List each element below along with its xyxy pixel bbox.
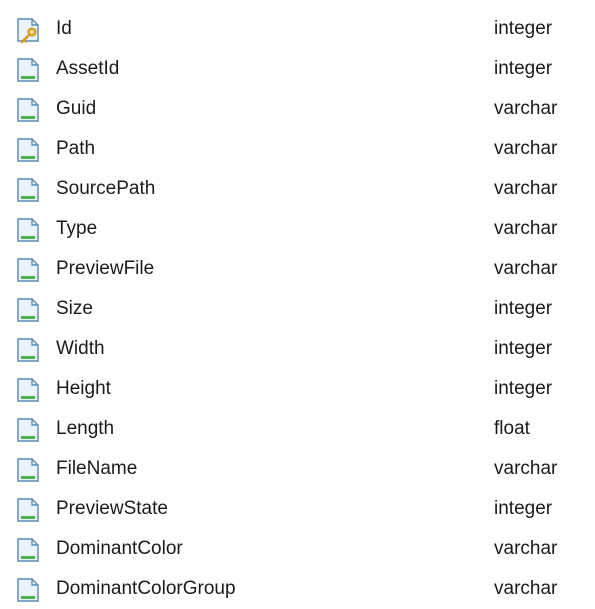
column-type: varchar: [494, 138, 558, 159]
column-icon: [14, 96, 42, 124]
column-name: FileName: [56, 458, 138, 479]
column-list: Id integer AssetId integer Guid varchar: [0, 0, 595, 607]
column-type: varchar: [494, 218, 558, 239]
column-type: integer: [494, 298, 553, 319]
column-name: Type: [56, 218, 98, 239]
column-name: DominantColorGroup: [56, 578, 236, 599]
column-name: Id: [56, 18, 72, 39]
column-icon: [14, 256, 42, 284]
column-name: Guid: [56, 98, 97, 119]
column-type: varchar: [494, 538, 558, 559]
column-name: Path: [56, 138, 96, 159]
column-row-height[interactable]: Height integer: [0, 369, 595, 409]
column-type: varchar: [494, 258, 558, 279]
column-type: integer: [494, 18, 553, 39]
column-row-sourcepath[interactable]: SourcePath varchar: [0, 169, 595, 209]
column-icon: [14, 216, 42, 244]
column-row-guid[interactable]: Guid varchar: [0, 89, 595, 129]
column-row-filename[interactable]: FileName varchar: [0, 449, 595, 489]
column-name: Width: [56, 338, 105, 359]
column-icon: [14, 176, 42, 204]
column-icon: [14, 576, 42, 604]
column-row-size[interactable]: Size integer: [0, 289, 595, 329]
column-row-previewstate[interactable]: PreviewState integer: [0, 489, 595, 529]
column-row-path[interactable]: Path varchar: [0, 129, 595, 169]
column-type: integer: [494, 378, 553, 399]
column-row-assetid[interactable]: AssetId integer: [0, 49, 595, 89]
column-type: integer: [494, 58, 553, 79]
column-icon: [14, 296, 42, 324]
column-type: float: [494, 418, 530, 439]
column-icon: [14, 336, 42, 364]
column-name: DominantColor: [56, 538, 183, 559]
column-icon: [14, 376, 42, 404]
column-type: integer: [494, 338, 553, 359]
column-row-type[interactable]: Type varchar: [0, 209, 595, 249]
column-name: SourcePath: [56, 178, 156, 199]
column-icon: [14, 536, 42, 564]
column-name: PreviewFile: [56, 258, 155, 279]
column-name: Length: [56, 418, 115, 439]
column-name: Size: [56, 298, 93, 319]
column-row-id[interactable]: Id integer: [0, 9, 595, 49]
column-row-width[interactable]: Width integer: [0, 329, 595, 369]
column-type: varchar: [494, 98, 558, 119]
column-icon: [14, 56, 42, 84]
column-name: PreviewState: [56, 498, 168, 519]
column-type: varchar: [494, 578, 558, 599]
column-icon: [14, 496, 42, 524]
column-row-previewfile[interactable]: PreviewFile varchar: [0, 249, 595, 289]
column-type: integer: [494, 498, 553, 519]
column-icon: [14, 136, 42, 164]
column-row-dominantcolorgroup[interactable]: DominantColorGroup varchar: [0, 569, 595, 609]
column-icon: [14, 416, 42, 444]
column-type: varchar: [494, 178, 558, 199]
column-icon: [14, 456, 42, 484]
primary-key-column-icon: [14, 16, 42, 44]
column-type: varchar: [494, 458, 558, 479]
column-name: AssetId: [56, 58, 120, 79]
column-name: Height: [56, 378, 111, 399]
column-row-dominantcolor[interactable]: DominantColor varchar: [0, 529, 595, 569]
column-row-length[interactable]: Length float: [0, 409, 595, 449]
